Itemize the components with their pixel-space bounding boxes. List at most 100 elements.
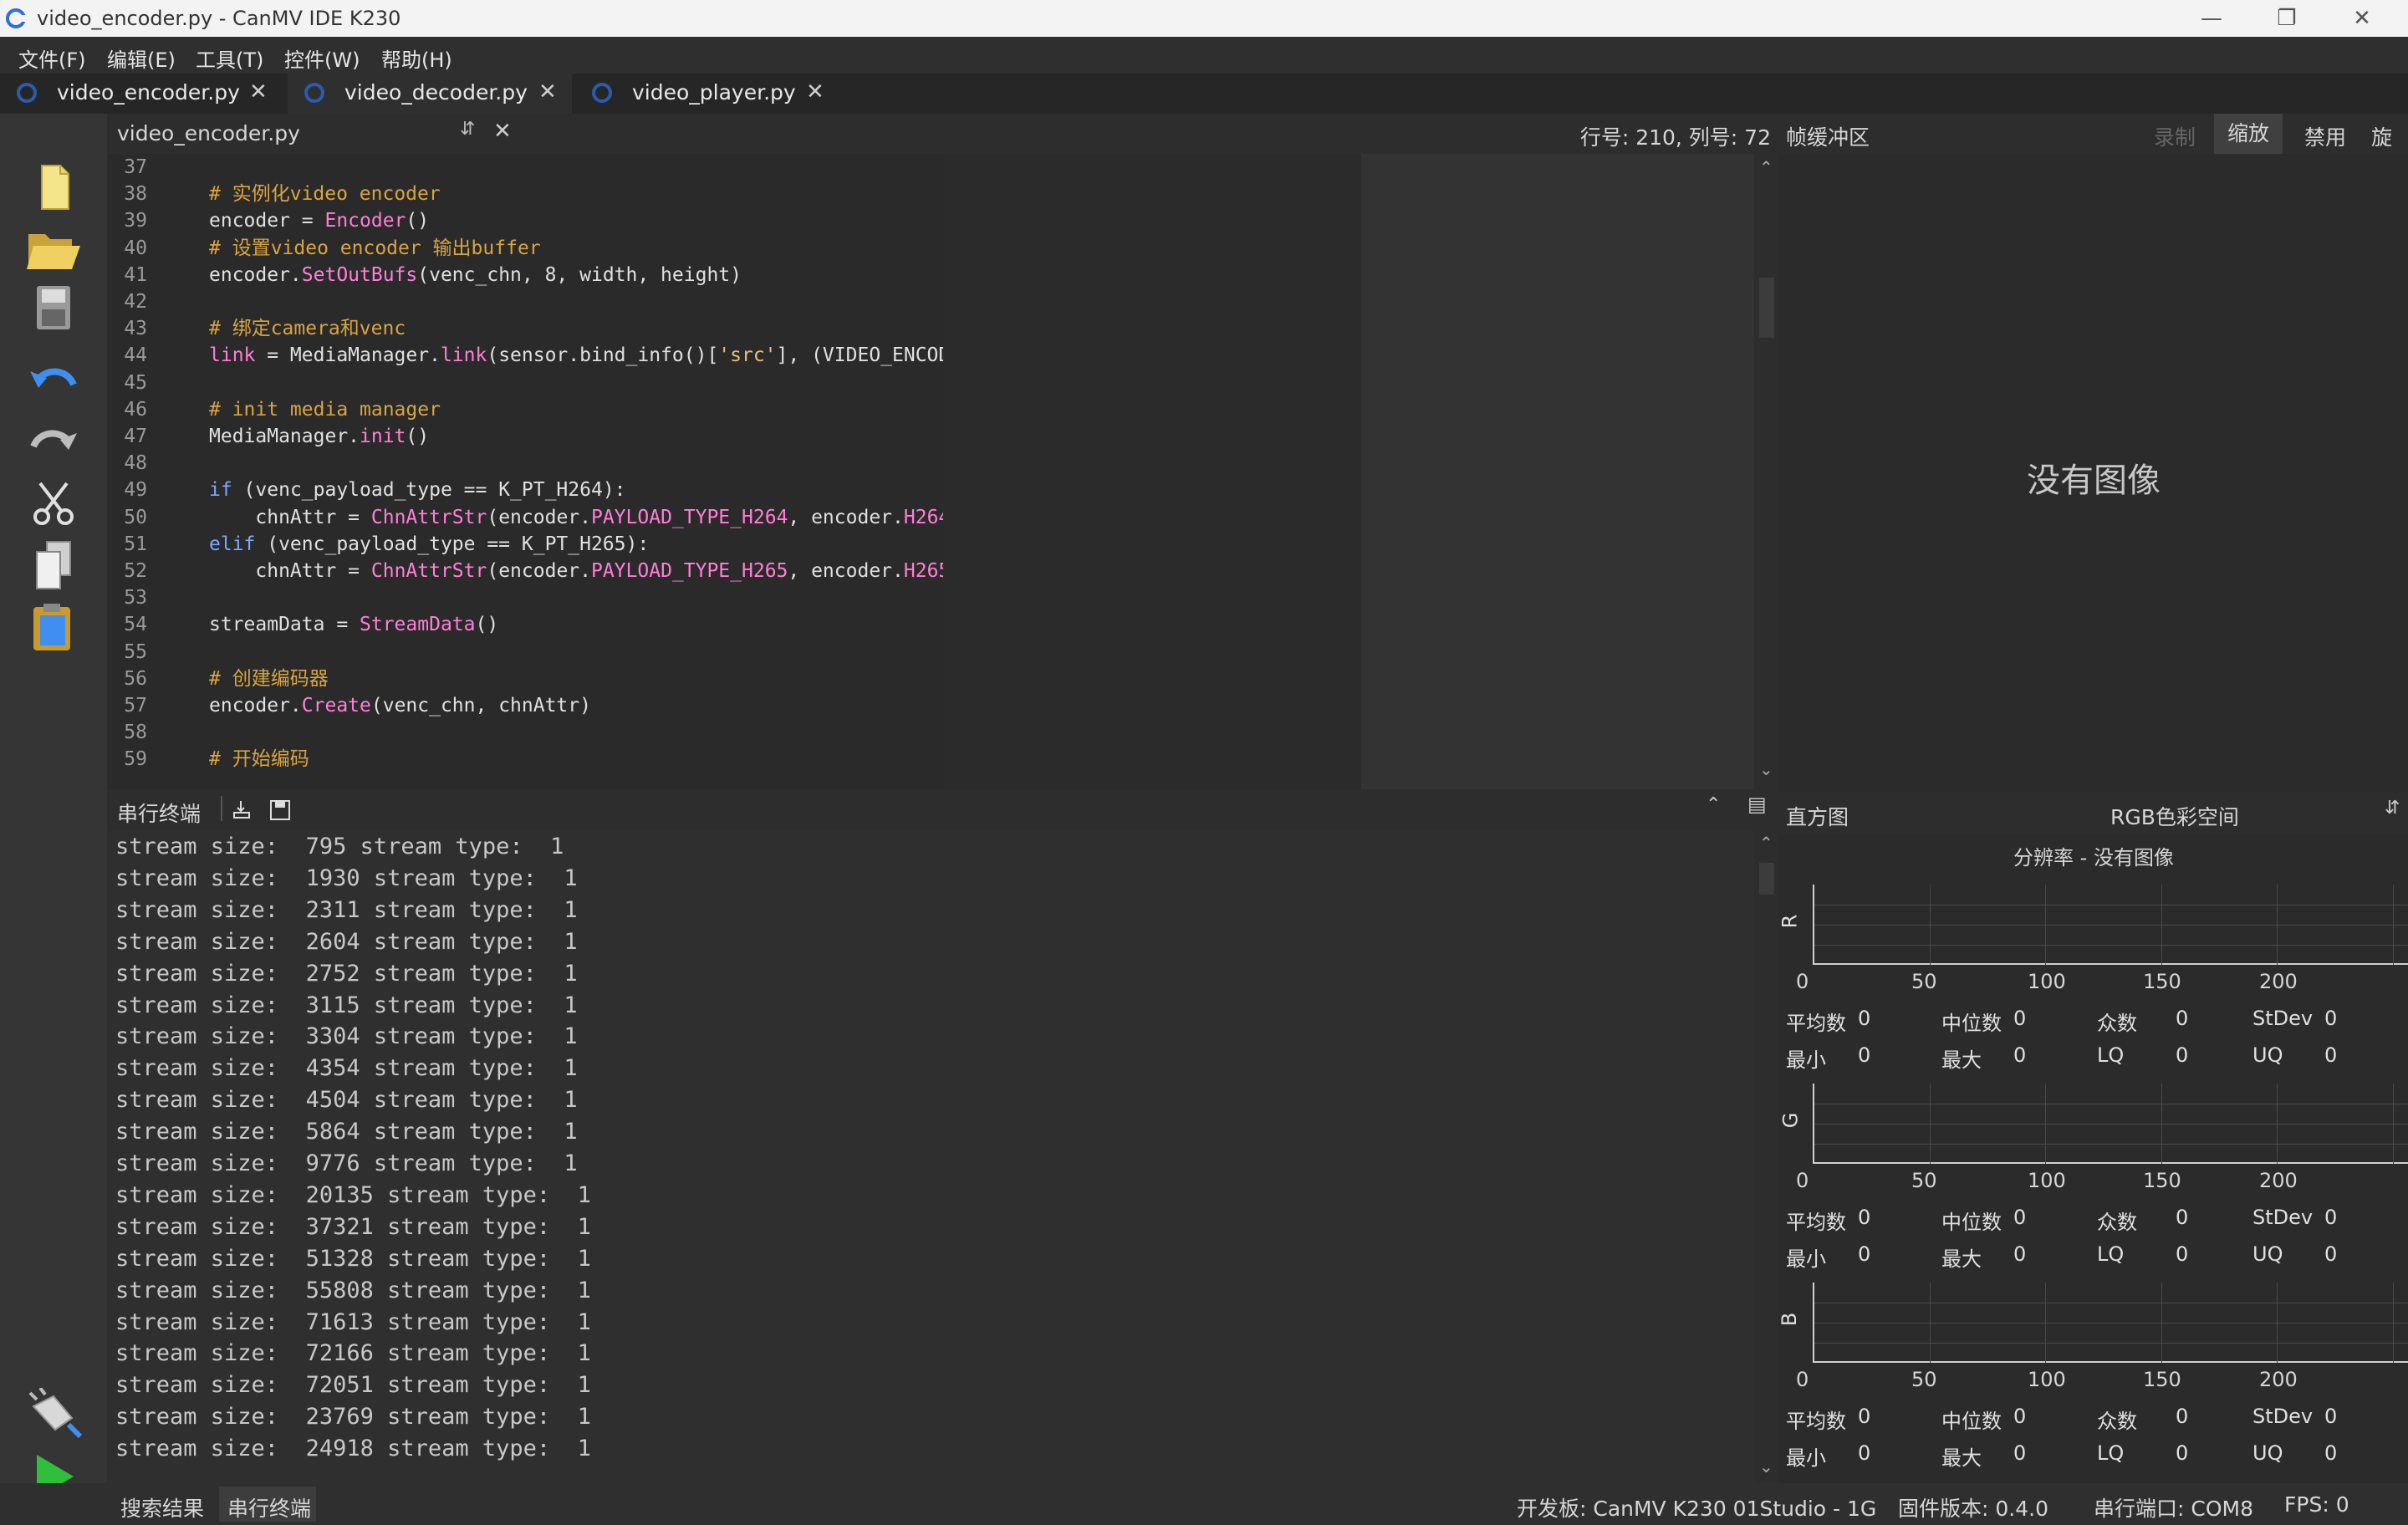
tab-video-decoder[interactable]: video_decoder.py ✕ — [288, 74, 572, 114]
stat-value: 0 — [2013, 1007, 2027, 1030]
copy-icon[interactable] — [20, 538, 87, 592]
scroll-down-icon[interactable]: ⌄ — [1759, 759, 1773, 779]
undo-icon[interactable] — [20, 353, 87, 406]
stat-label: StDev — [2252, 1405, 2314, 1428]
close-tab-icon[interactable]: ✕ — [806, 79, 824, 105]
scroll-up-icon[interactable]: ⌃ — [1759, 833, 1773, 853]
stat-label: 最小 — [1786, 1446, 1826, 1470]
code-text: # 设置video encoder 输出buffer — [209, 237, 541, 259]
cut-icon[interactable] — [20, 477, 87, 530]
close-tab-icon[interactable]: ✕ — [538, 79, 557, 105]
zoom-button[interactable]: 缩放 — [2214, 114, 2283, 154]
axis-tick-label: 200 — [2259, 970, 2298, 993]
line-number: 59 — [124, 748, 147, 771]
stat-value: 0 — [2324, 1043, 2338, 1067]
title-bar: video_encoder.py - CanMV IDE K230 — ❐ ✕ — [0, 0, 2408, 37]
code-text: MediaManager.init() — [209, 426, 430, 447]
scrollbar-thumb[interactable] — [1759, 863, 1774, 895]
menu-help[interactable]: 帮助(H) — [381, 43, 452, 73]
axis-tick-label: 100 — [2028, 970, 2066, 993]
serial-port: 串行端口: COM8 — [2094, 1497, 2253, 1521]
stat-value: 0 — [1858, 1206, 1871, 1229]
float-panel-icon[interactable]: ▤ — [1747, 793, 1767, 816]
close-tab-icon[interactable]: ✕ — [249, 79, 268, 105]
grid-line — [1930, 1084, 1931, 1164]
stat-value: 0 — [2176, 1405, 2189, 1428]
stat-label: 中位数 — [1941, 1012, 2002, 1035]
collapse-icon[interactable]: ⌃ — [1706, 794, 1721, 815]
save-icon[interactable] — [20, 281, 87, 334]
serial-terminal-output[interactable]: stream size: 795 stream type: 1 stream si… — [107, 831, 1754, 1483]
line-number: 40 — [124, 237, 147, 259]
stat-value: 0 — [2013, 1441, 2027, 1465]
record-button[interactable]: 录制 — [2154, 121, 2196, 151]
terminal-line: stream size: 72051 stream type: 1 — [115, 1372, 591, 1399]
new-file-icon[interactable] — [20, 161, 87, 214]
fps-readout: FPS: 0 — [2284, 1492, 2349, 1517]
stat-label: 众数 — [2097, 1012, 2137, 1035]
histogram-panel: 分辨率 - 没有图像 R 0 50 100 150 200 平均数 0 中位数 0 众数 0 StDev… — [1778, 834, 2408, 1483]
stat-value: 0 — [2013, 1206, 2027, 1229]
code-editor[interactable]: 37 38 # 实例化video encoder 39 encoder = Encode… — [107, 154, 943, 789]
grid-line — [2277, 885, 2278, 965]
file-switcher-arrows-icon[interactable]: ⇵ — [460, 119, 475, 140]
connect-plug-icon[interactable] — [20, 1388, 87, 1441]
grid-line — [1814, 1343, 2408, 1344]
tab-video-player[interactable]: video_player.py ✕ — [575, 74, 860, 114]
stat-label: StDev — [2252, 1206, 2314, 1229]
terminal-scrollbar[interactable]: ⌃ ⌄ — [1754, 831, 1779, 1483]
open-folder-icon[interactable] — [20, 222, 87, 276]
stat-label: 众数 — [2097, 1410, 2137, 1433]
grid-line — [2161, 1084, 2162, 1164]
scroll-down-icon[interactable]: ⌄ — [1759, 1456, 1773, 1477]
code-text: encoder = Encoder() — [209, 210, 430, 232]
minimize-button[interactable]: — — [2174, 0, 2249, 37]
histogram-plot-r — [1813, 885, 2408, 965]
colorspace-dropdown-icon[interactable]: ⇵ — [2385, 798, 2400, 819]
stat-label: StDev — [2252, 1007, 2314, 1030]
stat-value: 0 — [2176, 1043, 2189, 1067]
axis-tick-label: 0 — [1796, 1368, 1809, 1391]
code-text: chnAttr = ChnAttrStr(encoder.PAYLOAD_TYP… — [209, 560, 943, 582]
window-title: video_encoder.py - CanMV IDE K230 — [37, 7, 401, 30]
channel-label-g: G — [1778, 1112, 1803, 1129]
restore-button[interactable]: ❐ — [2249, 0, 2324, 37]
menu-tools[interactable]: 工具(T) — [196, 43, 263, 73]
line-number: 53 — [124, 587, 147, 609]
save-log-icon[interactable] — [268, 798, 293, 823]
menu-widgets[interactable]: 控件(W) — [284, 43, 360, 73]
tab-video-encoder[interactable]: video_encoder.py ✕ — [0, 74, 284, 114]
grid-line — [2161, 885, 2162, 965]
python-file-icon — [304, 83, 324, 103]
colorspace-select[interactable]: RGB色彩空间 — [2110, 801, 2239, 831]
stat-value: 0 — [2324, 1405, 2338, 1428]
scroll-up-icon[interactable]: ⌃ — [1759, 157, 1773, 177]
menu-edit[interactable]: 编辑(E) — [107, 43, 176, 73]
line-number: 48 — [124, 452, 147, 475]
code-text: # 开始编码 — [209, 748, 309, 771]
line-number: 39 — [124, 210, 147, 232]
stat-label: 最大 — [1941, 1048, 1982, 1072]
terminal-line: stream size: 3115 stream type: 1 — [115, 992, 578, 1018]
paste-icon[interactable] — [20, 600, 87, 654]
bottom-tab-serial-terminal[interactable]: 串行终端 — [227, 1492, 311, 1522]
redo-icon[interactable] — [20, 415, 87, 468]
line-number: 52 — [124, 560, 147, 582]
histogram-title: 直方图 — [1786, 805, 1849, 829]
code-text: elif (venc_payload_type == K_PT_H265): — [209, 533, 650, 555]
stat-label: 平均数 — [1786, 1211, 1846, 1234]
line-number: 45 — [124, 371, 147, 394]
close-window-button[interactable]: ✕ — [2324, 0, 2400, 37]
divider — [221, 796, 222, 821]
scrollbar-thumb[interactable] — [1759, 278, 1774, 338]
code-text: # 绑定camera和venc — [209, 318, 406, 340]
bottom-tab-search-results[interactable]: 搜索结果 — [120, 1492, 204, 1522]
line-number: 55 — [124, 640, 147, 663]
terminal-title: 串行终端 — [117, 802, 202, 826]
clear-terminal-icon[interactable] — [229, 798, 254, 823]
close-editor-icon[interactable]: ✕ — [493, 119, 512, 144]
menu-file[interactable]: 文件(F) — [18, 43, 86, 73]
disable-button[interactable]: 禁用 — [2304, 121, 2346, 151]
canmv-logo-icon — [6, 8, 27, 28]
editor-scrollbar[interactable]: ⌃ ⌄ — [1754, 154, 1779, 789]
